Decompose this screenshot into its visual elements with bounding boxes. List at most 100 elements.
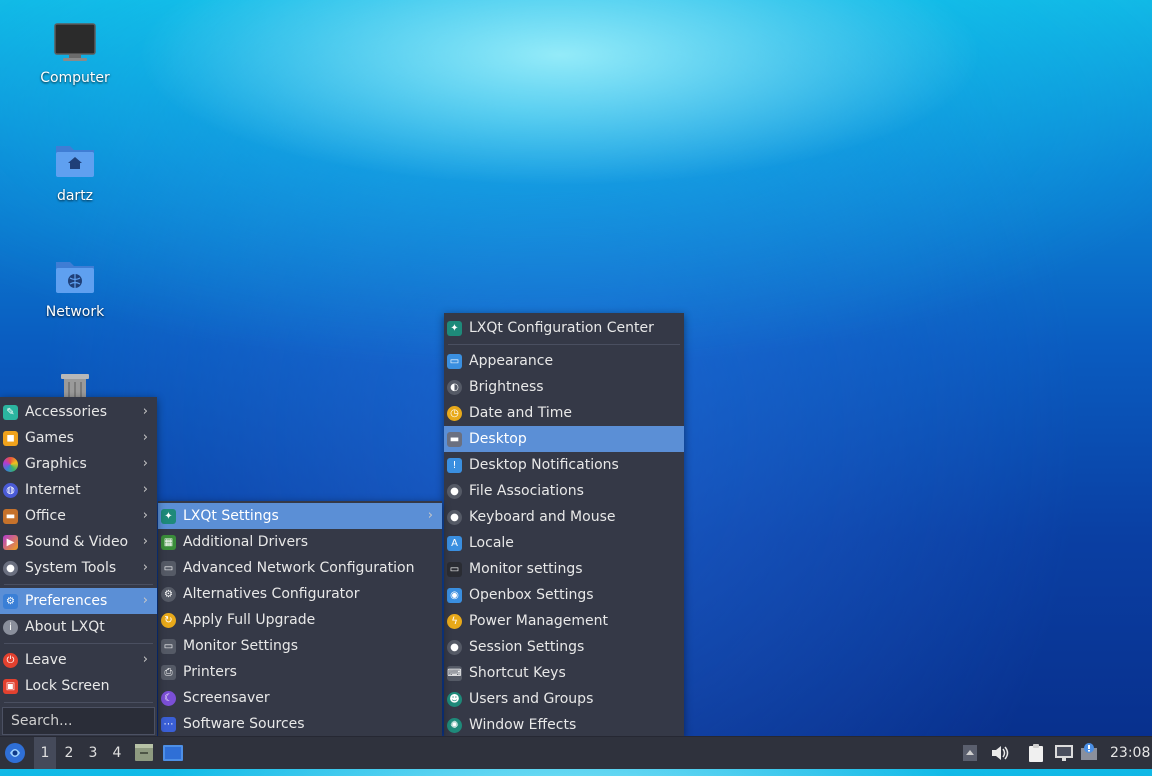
menu-item-label: Date and Time: [469, 405, 572, 421]
tray-arrow-button[interactable]: [962, 737, 982, 769]
preferences-menu: ✦ LXQt Settings › ▦ Additional Drivers ▭…: [158, 501, 442, 737]
taskbar: 1 2 3 4 23:08: [0, 736, 1152, 769]
lxqt-icon: ✦: [447, 321, 462, 336]
desktop-icon-label: dartz: [56, 188, 94, 204]
desktop-icon: ▬: [447, 432, 462, 447]
gamepad-icon: ◼: [3, 431, 18, 446]
menu-item-about-lxqt[interactable]: i About LXQt: [0, 614, 157, 640]
menu-item-label: Desktop Notifications: [469, 457, 619, 473]
menu-separator: [4, 702, 153, 703]
tray-up-icon: [963, 745, 977, 761]
keyboard-icon: ⌨: [447, 666, 462, 681]
clock[interactable]: 23:08: [1110, 737, 1150, 769]
software-sources-icon: ⋯: [161, 717, 176, 732]
session-icon: ●: [447, 640, 462, 655]
menu-item-label: File Associations: [469, 483, 584, 499]
upgrade-icon: ↻: [161, 613, 176, 628]
menu-item-date-and-time[interactable]: ◷ Date and Time: [444, 400, 684, 426]
menu-item-desktop-notifications[interactable]: ! Desktop Notifications: [444, 452, 684, 478]
menu-item-accessories[interactable]: ✎ Accessories ›: [0, 399, 157, 425]
preferences-icon: ⚙: [3, 594, 18, 609]
chevron-right-icon: ›: [142, 652, 148, 667]
notification-icon: !: [447, 458, 462, 473]
brightness-icon: ◐: [447, 380, 462, 395]
menu-item-lxqt-settings[interactable]: ✦ LXQt Settings ›: [158, 503, 442, 529]
menu-item-lock-screen[interactable]: ▣ Lock Screen: [0, 673, 157, 699]
menu-item-preferences[interactable]: ⚙ Preferences ›: [0, 588, 157, 614]
menu-item-label: Desktop: [469, 431, 527, 447]
menu-item-desktop[interactable]: ▬ Desktop: [444, 426, 684, 452]
menu-item-printers[interactable]: ⎙ Printers: [158, 659, 442, 685]
menu-item-monitor-settings[interactable]: ▭ Monitor Settings: [158, 633, 442, 659]
menu-item-locale[interactable]: A Locale: [444, 530, 684, 556]
menu-item-leave[interactable]: ⏻ Leave ›: [0, 647, 157, 673]
network-folder-icon: [56, 262, 94, 293]
monitor-settings-icon: ▭: [161, 639, 176, 654]
menu-item-monitor-settings[interactable]: ▭ Monitor settings: [444, 556, 684, 582]
menu-item-appearance[interactable]: ▭ Appearance: [444, 348, 684, 374]
screensaver-icon: ☾: [161, 691, 176, 706]
menu-item-power-management[interactable]: ϟ Power Management: [444, 608, 684, 634]
desktop-icon-trash[interactable]: [25, 372, 125, 400]
menu-item-file-associations[interactable]: ● File Associations: [444, 478, 684, 504]
menu-item-label: Accessories: [25, 404, 108, 420]
main-menu: ✎ Accessories › ◼ Games › Graphics › ◍ I…: [0, 397, 157, 737]
chevron-right-icon: ›: [142, 560, 148, 575]
info-icon: i: [3, 620, 18, 635]
menu-item-internet[interactable]: ◍ Internet ›: [0, 477, 157, 503]
menu-item-session-settings[interactable]: ● Session Settings: [444, 634, 684, 660]
menu-item-advanced-network-configuration[interactable]: ▭ Advanced Network Configuration: [158, 555, 442, 581]
menu-item-graphics[interactable]: Graphics ›: [0, 451, 157, 477]
chevron-right-icon: ›: [142, 508, 148, 523]
menu-item-shortcut-keys[interactable]: ⌨ Shortcut Keys: [444, 660, 684, 686]
lxqt-logo-icon: [5, 743, 25, 763]
printer-icon: ⎙: [161, 665, 176, 680]
menu-item-keyboard-and-mouse[interactable]: ● Keyboard and Mouse: [444, 504, 684, 530]
menu-item-system-tools[interactable]: ● System Tools ›: [0, 555, 157, 581]
mouse-icon: ●: [447, 510, 462, 525]
graphics-icon: [3, 457, 18, 472]
locale-icon: A: [447, 536, 462, 551]
openbox-icon: ◉: [447, 588, 462, 603]
desktop-icon-computer[interactable]: Computer: [25, 22, 125, 86]
lxqt-settings-menu: ✦ LXQt Configuration Center ▭ Appearance…: [444, 313, 684, 737]
menu-item-label: System Tools: [25, 560, 117, 576]
network-config-icon: ▭: [161, 561, 176, 576]
show-desktop-button[interactable]: [162, 737, 186, 769]
appearance-icon: ▭: [447, 354, 462, 369]
menu-item-brightness[interactable]: ◐ Brightness: [444, 374, 684, 400]
notifications-button[interactable]: [1080, 737, 1102, 769]
desktop-icon-home[interactable]: dartz: [25, 140, 125, 204]
home-folder-icon: [56, 146, 94, 177]
menu-item-games[interactable]: ◼ Games ›: [0, 425, 157, 451]
chevron-right-icon: ›: [142, 593, 148, 608]
start-menu-button[interactable]: [4, 737, 30, 769]
menu-item-screensaver[interactable]: ☾ Screensaver: [158, 685, 442, 711]
menu-item-additional-drivers[interactable]: ▦ Additional Drivers: [158, 529, 442, 555]
clipboard-button[interactable]: [1026, 737, 1050, 769]
menu-item-software-sources[interactable]: ⋯ Software Sources: [158, 711, 442, 737]
workspace-3[interactable]: 3: [82, 737, 104, 769]
file-manager-launcher[interactable]: [134, 737, 156, 769]
menu-item-lxqt-configuration-center[interactable]: ✦ LXQt Configuration Center: [444, 315, 684, 341]
menu-item-window-effects[interactable]: ✺ Window Effects: [444, 712, 684, 738]
menu-item-label: Appearance: [469, 353, 554, 369]
menu-item-label: Additional Drivers: [183, 534, 309, 550]
menu-item-openbox-settings[interactable]: ◉ Openbox Settings: [444, 582, 684, 608]
menu-item-office[interactable]: ▬ Office ›: [0, 503, 157, 529]
menu-item-label: Software Sources: [183, 716, 305, 732]
workspace-2[interactable]: 2: [58, 737, 80, 769]
search-input[interactable]: Search...: [2, 707, 155, 735]
menu-item-sound-video[interactable]: ▶ Sound & Video ›: [0, 529, 157, 555]
menu-item-alternatives-configurator[interactable]: ⚙ Alternatives Configurator: [158, 581, 442, 607]
volume-button[interactable]: [990, 737, 1012, 769]
menu-item-apply-full-upgrade[interactable]: ↻ Apply Full Upgrade: [158, 607, 442, 633]
workspace-4[interactable]: 4: [106, 737, 128, 769]
chevron-right-icon: ›: [142, 534, 148, 549]
network-button[interactable]: [1054, 737, 1076, 769]
desktop-icon-network[interactable]: Network: [25, 256, 125, 320]
workspace-1[interactable]: 1: [34, 737, 56, 769]
volume-icon: [992, 746, 1009, 760]
menu-item-users-and-groups[interactable]: ☻ Users and Groups: [444, 686, 684, 712]
menu-item-label: Printers: [183, 664, 237, 680]
